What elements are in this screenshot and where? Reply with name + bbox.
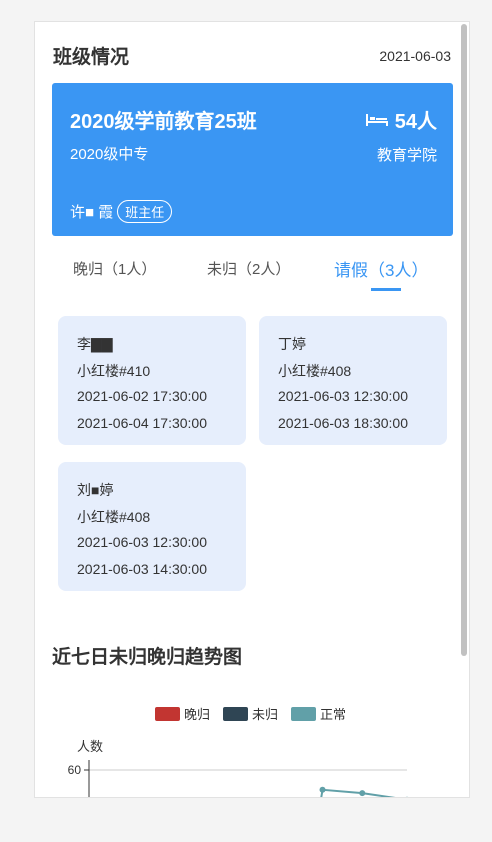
student-name: 李▇▇ [77,336,113,352]
series-lines [319,786,410,798]
scrollbar[interactable] [461,24,467,656]
leave-end: 2021-06-04 17:30:00 [77,415,207,431]
leave-start: 2021-06-02 17:30:00 [77,388,207,404]
college-name: 教育学院 [376,147,437,164]
y-axis-label: 人数 [77,739,103,754]
legend-label[interactable]: 正常 [320,707,346,722]
leave-start: 2021-06-03 12:30:00 [77,534,207,550]
legend-swatch[interactable] [155,707,180,721]
legend-label[interactable]: 晚归 [184,707,210,722]
current-date: 2021-06-03 [379,47,451,64]
student-count: 54人 [365,105,437,134]
list-item[interactable]: 刘■婷 小红楼#408 2021-06-03 12:30:00 2021-06-… [58,462,246,591]
head-teacher: 许■ 霞 班主任 [70,200,173,223]
data-point[interactable] [319,786,326,793]
class-panel: 班级情况 2021-06-03 2020级学前教育25班 2020级中专 54人… [34,21,470,798]
status-tabs: 晚归（1人） 未归（2人） 请假（3人） [52,250,453,291]
teacher-role-badge: 班主任 [117,200,173,223]
leave-end: 2021-06-03 18:30:00 [278,415,408,431]
chart-legend: 晚归 未归 正常 [155,707,346,722]
legend-swatch[interactable] [223,707,248,721]
panel-header: 班级情况 2021-06-03 [53,42,451,69]
dorm-room: 小红楼#410 [77,363,151,379]
class-summary-card: 2020级学前教育25班 2020级中专 54人 教育学院 许■ 霞 班主任 [52,83,453,236]
tab-leave[interactable]: 请假（3人） [334,256,428,281]
chart-title: 近七日未归晚归趋势图 [52,647,243,668]
page-title: 班级情况 [53,47,130,68]
bed-icon [365,113,388,126]
student-name: 刘■婷 [77,482,114,498]
class-name: 2020级学前教育25班 [70,111,257,133]
tab-late[interactable]: 晚归（1人） [73,258,156,279]
trend-chart: 晚归 未归 正常 人数 50 60 [68,707,410,798]
teacher-name: 许■ 霞 [70,204,114,221]
data-point[interactable] [404,796,410,798]
leave-end: 2021-06-03 14:30:00 [77,561,207,577]
legend-swatch[interactable] [291,707,316,721]
leave-start: 2021-06-03 12:30:00 [278,388,408,404]
data-point[interactable] [359,790,366,797]
list-item[interactable]: 李▇▇ 小红楼#410 2021-06-02 17:30:00 2021-06-… [58,316,246,445]
dorm-room: 小红楼#408 [77,509,151,525]
dorm-room: 小红楼#408 [278,363,352,379]
active-tab-indicator [371,288,401,291]
class-type: 2020级中专 [70,146,149,163]
legend-label[interactable]: 未归 [252,707,278,722]
y-tick-label: 60 [68,763,82,777]
student-count-value: 54人 [394,111,437,133]
list-item[interactable]: 丁婷 小红楼#408 2021-06-03 12:30:00 2021-06-0… [259,316,447,445]
y-tick-label: 50 [68,796,82,798]
student-name: 丁婷 [278,336,306,352]
tab-absent[interactable]: 未归（2人） [207,258,290,279]
